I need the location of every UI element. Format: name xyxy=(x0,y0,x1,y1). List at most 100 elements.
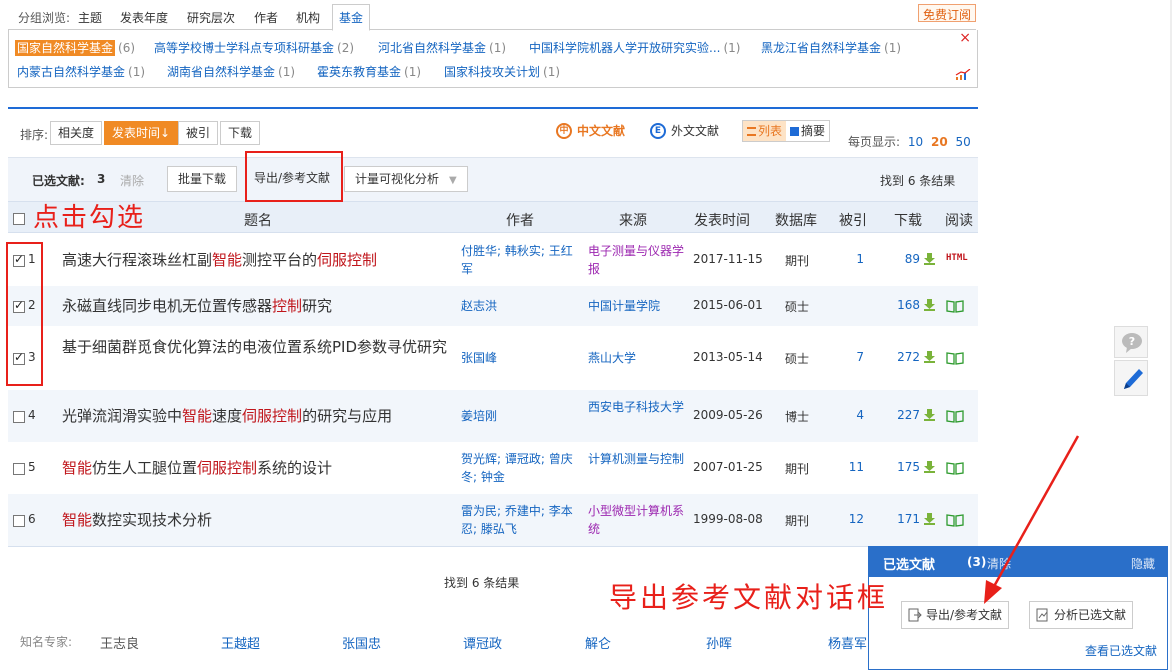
sort-date-button[interactable]: 发表时间↓ xyxy=(104,121,179,145)
source-link[interactable]: 计算机测量与控制 xyxy=(588,450,688,468)
download-icon[interactable] xyxy=(923,298,936,311)
chart-icon[interactable] xyxy=(955,69,971,81)
select-all-checkbox[interactable] xyxy=(13,211,25,227)
analyze-icon xyxy=(1036,608,1048,622)
fund-item[interactable]: 国家科技攻关计划 (1) xyxy=(444,63,560,80)
publish-date: 1999-08-08 xyxy=(693,512,763,526)
result-title-link[interactable]: 高速大行程滚珠丝杠副智能测控平台的伺服控制 xyxy=(62,249,458,271)
pencil-icon[interactable] xyxy=(1114,360,1148,396)
selected-panel-title: 已选文献 xyxy=(883,558,936,573)
header-read[interactable]: 阅读 xyxy=(945,210,973,230)
view-list-button[interactable]: 列表 xyxy=(743,121,787,141)
database-type: 期刊 xyxy=(785,462,810,476)
cited-count[interactable]: 1 xyxy=(840,252,864,266)
sort-relevance-button[interactable]: 相关度 xyxy=(50,121,103,145)
header-database[interactable]: 数据库 xyxy=(775,210,817,230)
download-count: 171 xyxy=(897,512,920,526)
row-checkbox[interactable] xyxy=(13,409,25,423)
download-icon[interactable] xyxy=(923,252,936,265)
result-title-link[interactable]: 永磁直线同步电机无位置传感器控制研究 xyxy=(62,295,458,317)
batch-download-button[interactable]: 批量下载 xyxy=(167,166,238,192)
result-count-bottom: 找到 6 条结果 xyxy=(444,576,520,590)
fund-item[interactable]: 中国科学院机器人学开放研究实验... (1) xyxy=(529,39,740,56)
author-links[interactable]: 赵志洪 xyxy=(461,297,579,315)
visual-analysis-dropdown[interactable]: 计量可视化分析 ▼ xyxy=(344,166,468,192)
source-link[interactable]: 燕山大学 xyxy=(588,349,688,367)
cited-count[interactable]: 12 xyxy=(840,512,864,526)
source-link[interactable]: 西安电子科技大学 xyxy=(588,398,688,416)
row-index: 5 xyxy=(28,460,36,474)
source-link[interactable]: 小型微型计算机系统 xyxy=(588,502,688,538)
tab-research-level[interactable]: 研究层次 xyxy=(187,9,235,26)
header-cited[interactable]: 被引 xyxy=(839,210,867,230)
author-links[interactable]: 付胜华; 韩秋实; 王红军 xyxy=(461,242,579,278)
chinese-docs-button[interactable]: 中 中文文献 xyxy=(556,122,625,139)
author-links[interactable]: 姜培刚 xyxy=(461,407,579,425)
download-icon[interactable] xyxy=(923,512,936,525)
expert-link[interactable]: 杨喜军 xyxy=(828,633,867,652)
book-icon[interactable] xyxy=(946,351,964,365)
source-link[interactable]: 中国计量学院 xyxy=(588,297,688,315)
close-icon[interactable]: × xyxy=(959,30,971,46)
tab-institution[interactable]: 机构 xyxy=(296,9,320,26)
selection-toolbar: 已选文献: 3 清除 批量下载 导出/参考文献 计量可视化分析 ▼ 找到 6 条结… xyxy=(8,157,978,201)
foreign-docs-button[interactable]: E 外文文献 xyxy=(650,122,719,139)
header-source[interactable]: 来源 xyxy=(619,210,647,230)
cited-count[interactable]: 11 xyxy=(840,460,864,474)
expert-link[interactable]: 王志良 xyxy=(100,633,139,652)
clear-selection-link[interactable]: 清除 xyxy=(120,172,144,189)
author-links[interactable]: 雷为民; 乔建中; 李本忍; 滕弘飞 xyxy=(461,502,579,538)
cited-count[interactable]: 4 xyxy=(840,408,864,422)
svg-text:?: ? xyxy=(1129,335,1135,348)
sort-cited-button[interactable]: 被引 xyxy=(178,121,219,145)
source-link[interactable]: 电子测量与仪器学报 xyxy=(588,242,688,278)
selected-panel-hide-link[interactable]: 隐藏 xyxy=(1131,555,1155,572)
per-page-10[interactable]: 10 xyxy=(908,135,923,149)
expert-link[interactable]: 谭冠政 xyxy=(463,633,502,652)
row-checkbox[interactable] xyxy=(13,461,25,475)
per-page-20[interactable]: 20 xyxy=(931,135,948,149)
sort-download-button[interactable]: 下载 xyxy=(220,121,261,145)
row-checkbox[interactable] xyxy=(13,513,25,527)
annotation-box-checkboxes xyxy=(6,242,43,386)
book-icon[interactable] xyxy=(946,299,964,313)
expert-link[interactable]: 张国忠 xyxy=(342,633,381,652)
view-selected-link[interactable]: 查看已选文献 xyxy=(1085,642,1157,659)
author-links[interactable]: 张国峰 xyxy=(461,349,579,367)
view-abstract-button[interactable]: 摘要 xyxy=(786,121,829,141)
result-title-link[interactable]: 智能数控实现技术分析 xyxy=(62,509,458,531)
tab-fund[interactable]: 基金 xyxy=(332,4,371,31)
tab-author[interactable]: 作者 xyxy=(254,9,278,26)
header-title[interactable]: 题名 xyxy=(244,210,272,230)
download-icon[interactable] xyxy=(923,350,936,363)
fund-item[interactable]: 河北省自然科学基金 (1) xyxy=(378,39,506,56)
header-downloads[interactable]: 下载 xyxy=(894,210,922,230)
download-icon[interactable] xyxy=(923,460,936,473)
header-date[interactable]: 发表时间 xyxy=(694,210,750,230)
fund-item[interactable]: 高等学校博士学科点专项科研基金 (2) xyxy=(154,39,354,56)
table-row: 4 光弹流润滑实验中智能速度伺服控制的研究与应用 姜培刚 西安电子科技大学 20… xyxy=(8,390,978,442)
tab-year[interactable]: 发表年度 xyxy=(120,9,168,26)
expert-link[interactable]: 王越超 xyxy=(221,633,260,652)
result-title-link[interactable]: 智能仿生人工腿位置伺服控制系统的设计 xyxy=(62,457,458,479)
fund-item[interactable]: 国家自然科学基金 (6) xyxy=(15,39,135,56)
free-subscribe-button[interactable]: 免费订阅 xyxy=(917,4,976,22)
experts-bar: 知名专家: 王志良 王越超 张国忠 谭冠政 解仑 孙晖 杨喜军 xyxy=(8,628,868,654)
header-author[interactable]: 作者 xyxy=(506,210,534,230)
cited-count[interactable]: 7 xyxy=(840,350,864,364)
fund-item[interactable]: 湖南省自然科学基金 (1) xyxy=(167,63,295,80)
result-title-link[interactable]: 基于细菌群觅食优化算法的电液位置系统PID参数寻优研究 xyxy=(62,336,458,358)
book-icon[interactable] xyxy=(946,409,964,423)
per-page-50[interactable]: 50 xyxy=(956,135,971,149)
author-links[interactable]: 贺光辉; 谭冠政; 曾庆冬; 钟金 xyxy=(461,450,579,486)
fund-item[interactable]: 黑龙江省自然科学基金 (1) xyxy=(761,39,901,56)
fund-item[interactable]: 霍英东教育基金 (1) xyxy=(317,63,421,80)
html-read-link[interactable]: HTML xyxy=(946,253,968,263)
download-icon[interactable] xyxy=(923,408,936,421)
result-title-link[interactable]: 光弹流润滑实验中智能速度伺服控制的研究与应用 xyxy=(62,405,458,427)
comment-icon[interactable]: ? xyxy=(1114,326,1148,358)
expert-link[interactable]: 孙晖 xyxy=(706,633,732,652)
expert-link[interactable]: 解仑 xyxy=(585,633,611,652)
tab-topic[interactable]: 主题 xyxy=(78,9,102,26)
fund-item[interactable]: 内蒙古自然科学基金 (1) xyxy=(17,63,145,80)
